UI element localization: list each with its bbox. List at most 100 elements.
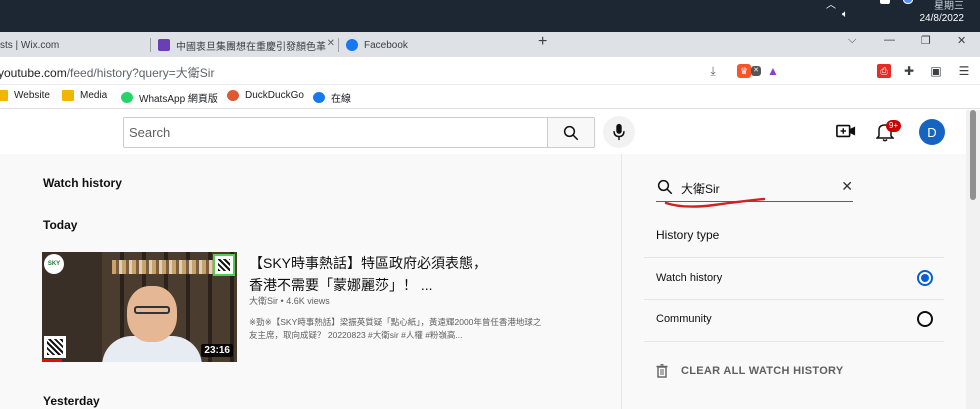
tab-label: Facebook [364,39,408,51]
notification-badge: 9+ [886,120,902,132]
restore-icon[interactable]: ❐ [921,34,931,47]
folder-icon [0,90,8,101]
voice-search-button[interactable] [603,116,635,148]
clear-search-icon[interactable]: ✕ [841,178,853,195]
extension-badge-icon: ✕ [751,66,761,76]
news-favicon-icon [158,39,170,51]
clear-all-watch-history-button[interactable]: CLEAR ALL WATCH HISTORY [656,364,844,378]
clear-all-label: CLEAR ALL WATCH HISTORY [681,365,844,377]
person-face [127,286,177,342]
brave-rewards-icon[interactable]: ▲ [766,64,780,78]
bookmark-label: WhatsApp 網頁版 [139,94,218,105]
view-count: 4.6K views [286,296,330,306]
red-annotation-underline [664,197,766,208]
watch-progress-bar [42,359,62,362]
pdf-extension-icon[interactable]: ⎙ [877,64,891,78]
qr-code-icon [44,336,66,358]
video-create-icon [836,124,856,138]
tab-facebook[interactable]: Facebook [340,34,530,56]
avatar[interactable]: D [919,119,945,145]
close-window-icon[interactable]: ✕ [957,34,966,47]
meta-separator: • [280,296,284,306]
wallet-icon[interactable]: ▣ [929,64,943,78]
trash-icon [656,364,668,378]
browser-tab-strip: sts | Wix.com 中國衷旦集團想在重慶引發顏色革命？ ✕ Facebo… [0,32,980,57]
extensions-puzzle-icon[interactable]: ✚ [902,64,916,78]
tray-app-icon[interactable] [903,0,913,4]
tab-wix[interactable]: sts | Wix.com [0,34,144,56]
volume-icon[interactable]: 🔈︎ [842,9,848,20]
bookmark-online[interactable]: 在線 [313,90,351,105]
option-watch-history[interactable]: Watch history [656,272,722,284]
bookmark-duckduckgo[interactable]: DuckDuckGo [227,90,304,101]
bookmarks-bar: Website Media WhatsApp 網頁版 DuckDuckGo 在線 [0,85,980,109]
microphone-icon [613,123,625,141]
tab-label: sts | Wix.com [0,39,60,51]
menu-icon[interactable]: ☰ [957,64,971,78]
new-tab-button[interactable]: + [538,33,547,51]
tray-icon[interactable] [880,0,890,4]
url-field[interactable]: youtube.com/feed/history?query=大衛Sir [0,64,214,81]
chevron-up-icon[interactable]: ︿ [826,0,836,11]
install-app-icon[interactable]: ⤓ [706,64,720,78]
history-side-panel: 大衛Sir ✕ History type Watch history Commu… [621,154,966,409]
tab-separator [150,38,151,52]
facebook-icon [313,92,325,103]
section-heading-yesterday: Yesterday [43,394,100,408]
tab-label: 中國衷旦集團想在重慶引發顏色革命？ [176,41,326,53]
channel-name[interactable]: 大衛Sir [249,296,278,306]
books-decoration [112,260,227,274]
history-type-heading: History type [656,228,720,242]
youtube-header: 9+ D [0,110,966,154]
create-video-button[interactable] [836,122,856,145]
bookmark-label: Website [14,90,50,101]
search-box [123,117,547,148]
channel-logo-icon: SKY [44,254,64,274]
minimize-icon[interactable]: — [884,34,895,46]
windows-taskbar: ︿ 🔈︎ 星期三 24/8/2022 [0,0,980,32]
divider [644,257,944,258]
bookmark-label: 在線 [331,94,351,105]
search-icon [563,125,579,140]
brave-shield-icon[interactable]: ♛ [737,64,751,78]
option-community[interactable]: Community [656,313,712,325]
taskbar-date[interactable]: 24/8/2022 [920,13,965,24]
address-bar: youtube.com/feed/history?query=大衛Sir ⤓ ♛… [0,57,980,85]
qr-code-icon [213,254,235,276]
history-search-value[interactable]: 大衛Sir [681,180,720,197]
glasses-decoration [134,306,170,314]
scrollbar-thumb[interactable] [970,110,976,200]
search-icon [657,179,673,195]
whatsapp-icon [121,92,133,103]
taskbar-day: 星期三 [934,1,964,12]
search-input[interactable] [124,118,547,147]
bookmark-media[interactable]: Media [62,90,107,101]
video-thumbnail[interactable]: SKY 23:16 [42,252,237,362]
bookmark-whatsapp[interactable]: WhatsApp 網頁版 [121,90,218,105]
video-meta: 大衛Sir • 4.6K views [249,294,330,307]
bookmark-label: DuckDuckGo [245,90,304,101]
bookmark-label: Media [80,90,108,101]
folder-icon [62,90,74,101]
url-path: /feed/history?query=大衛Sir [66,66,215,80]
divider [644,299,944,300]
facebook-icon [346,39,358,51]
bookmark-website[interactable]: Website [0,90,50,101]
close-tab-icon[interactable]: ✕ [327,38,335,49]
video-title[interactable]: 【SKY時事熱話】特區政府必須表態，香港不需要「蒙娜麗莎」！ ... [249,252,489,296]
url-host: youtube.com [0,66,67,80]
tab-search-icon[interactable]: ⌵ [848,34,856,47]
search-button[interactable] [547,117,595,148]
page-title: Watch history [43,176,122,190]
radio-community[interactable] [917,311,933,327]
video-duration: 23:16 [201,344,233,357]
video-description: ※勁※【SKY時事熱話】梁振英質疑「點心紙」，黃遠輝2000年曾任香港地球之友主… [249,317,542,340]
tab-news[interactable]: 中國衷旦集團想在重慶引發顏色革命？ ✕ [152,34,337,56]
tab-separator [338,38,339,52]
duckduckgo-icon [227,90,239,101]
page-scrollbar[interactable] [966,110,980,409]
radio-watch-history[interactable] [917,270,933,286]
divider [644,341,944,342]
section-heading-today: Today [43,218,78,232]
watch-history-feed: Watch history Today SKY 23:16 【SKY時事熱話】特… [0,154,621,409]
